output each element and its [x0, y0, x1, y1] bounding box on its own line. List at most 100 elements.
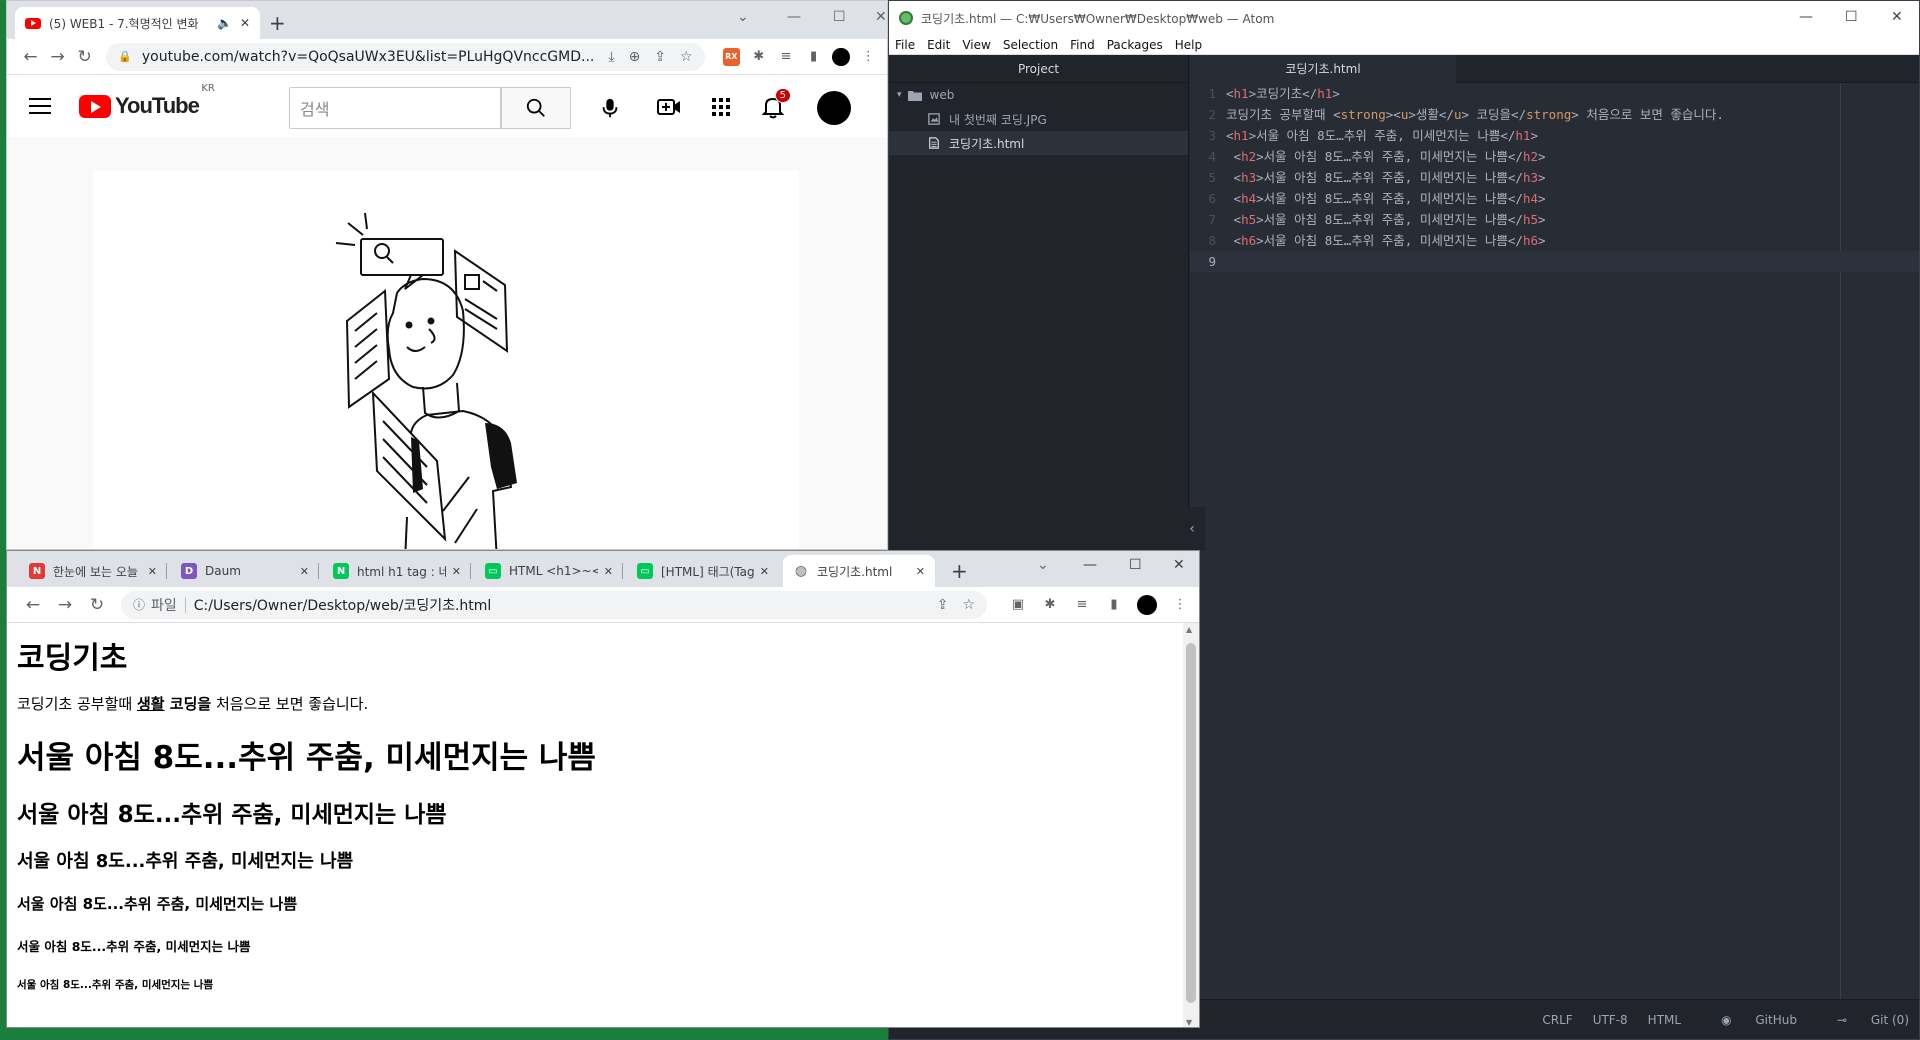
scroll-up-icon[interactable]: ▲ [1186, 625, 1192, 634]
scrollbar-thumb[interactable] [1186, 643, 1196, 1003]
menu-selection[interactable]: Selection [1003, 38, 1058, 52]
rx-extension-icon[interactable]: ▣ [1009, 597, 1027, 612]
tab-coding-basics[interactable]: ◍ 코딩기초.html ✕ [783, 555, 935, 587]
account-avatar[interactable] [817, 91, 851, 125]
reload-icon[interactable]: ↻ [81, 595, 113, 615]
status-line-ending[interactable]: CRLF [1542, 1013, 1572, 1027]
forward-icon[interactable]: → [49, 595, 81, 615]
speaker-icon[interactable]: 🔈 [217, 16, 232, 30]
close-tab-icon[interactable]: ✕ [604, 565, 613, 578]
info-icon[interactable]: ⓘ [133, 596, 145, 613]
menu-kebab-icon[interactable]: ⋮ [860, 48, 877, 66]
share-icon[interactable]: ⇪ [937, 597, 949, 613]
code-line[interactable]: 4 <h2>서울 아침 8도…추위 주춤, 미세먼지는 나쁨</h2> [1190, 146, 1919, 167]
status-github[interactable]: ◉ GitHub [1701, 1013, 1797, 1027]
reading-list-icon[interactable]: ≡ [1073, 597, 1091, 612]
close-tab-icon[interactable]: ✕ [240, 16, 250, 30]
minimize-button[interactable]: — [787, 9, 801, 25]
back-icon[interactable]: ← [17, 47, 44, 67]
address-bar[interactable]: 🔒 youtube.com/watch?v=QoQsaUWx3EU&list=P… [106, 42, 705, 71]
code-line[interactable]: 2 코딩기초 공부할때 <strong><u>생활</u> 코딩을</strong… [1190, 104, 1919, 125]
reload-icon[interactable]: ↻ [71, 47, 98, 67]
zoom-icon[interactable]: ⊕ [629, 49, 641, 65]
tab-daum[interactable]: D Daum ✕ [171, 555, 319, 587]
new-tab-button[interactable]: + [269, 11, 286, 35]
tab-html-h1[interactable]: ▭ HTML <h1>~<h ✕ [475, 555, 623, 587]
close-tab-icon[interactable]: ✕ [148, 565, 157, 578]
minimize-button[interactable]: — [1083, 557, 1097, 573]
vertical-scrollbar[interactable]: ▲ ▼ [1183, 623, 1199, 1027]
forward-icon[interactable]: → [44, 47, 71, 67]
profile-avatar[interactable] [832, 47, 850, 66]
share-icon[interactable]: ⇪ [654, 49, 666, 65]
close-tab-icon[interactable]: ✕ [916, 565, 925, 578]
headline-h3: 서울 아침 8도...추위 주춤, 미세먼지는 나쁨 [17, 851, 354, 872]
menu-kebab-icon[interactable]: ⋮ [1171, 597, 1189, 612]
paragraph: 코딩기초 공부할때 생활 코딩을 처음으로 보면 좋습니다. [17, 695, 369, 713]
maximize-button[interactable]: ☐ [833, 9, 846, 25]
tree-folder-web[interactable]: ▾ web [889, 83, 1188, 107]
code-line[interactable]: 3 <h1>서울 아침 8도…추위 주춤, 미세먼지는 나쁨</h1> [1190, 125, 1919, 146]
close-window-button[interactable]: ✕ [1173, 557, 1185, 573]
tab-youtube[interactable]: (5) WEB1 - 7.혁명적인 변화 🔈 ✕ [15, 7, 260, 39]
profile-avatar[interactable] [1137, 594, 1157, 615]
tab-naver-search[interactable]: N html h1 tag : 네이 ✕ [323, 555, 471, 587]
atom-close-button[interactable]: ✕ [1891, 9, 1903, 25]
code-line-current[interactable]: 9 [1190, 251, 1919, 272]
youtube-logo[interactable]: YouTube KR [79, 83, 215, 119]
menu-file[interactable]: File [895, 38, 915, 52]
apps-button[interactable] [707, 93, 735, 121]
collapse-tree-icon[interactable]: ‹ [1179, 507, 1205, 551]
close-tab-icon[interactable]: ✕ [300, 565, 309, 578]
new-tab-button[interactable]: + [951, 559, 968, 583]
status-encoding[interactable]: UTF-8 [1593, 1013, 1628, 1027]
bookmark-star-icon[interactable]: ☆ [680, 49, 693, 65]
atom-minimize-button[interactable]: — [1799, 9, 1813, 25]
reading-list-icon[interactable]: ≡ [777, 48, 794, 66]
status-grammar[interactable]: HTML [1648, 1013, 1681, 1027]
menu-view[interactable]: View [962, 38, 990, 52]
code-line[interactable]: 6 <h4>서울 아침 8도…추위 주춤, 미세먼지는 나쁨</h4> [1190, 188, 1919, 209]
atom-maximize-button[interactable]: ☐ [1845, 9, 1858, 25]
address-bar[interactable]: ⓘ 파일 C:/Users/Owner/Desktop/web/코딩기초.htm… [121, 590, 987, 619]
maximize-button[interactable]: ☐ [1129, 557, 1142, 573]
menu-help[interactable]: Help [1175, 38, 1202, 52]
code-line[interactable]: 8 <h6>서울 아침 8도…추위 주춤, 미세먼지는 나쁨</h6> [1190, 230, 1919, 251]
code-line[interactable]: 1 <h1>코딩기초</h1> [1190, 83, 1919, 104]
side-panel-icon[interactable]: ▮ [1105, 597, 1123, 612]
close-tab-icon[interactable]: ✕ [760, 565, 769, 578]
menu-packages[interactable]: Packages [1107, 38, 1163, 52]
create-video-button[interactable] [655, 93, 683, 121]
close-window-button[interactable]: ✕ [875, 9, 887, 25]
editor-tab-active[interactable]: 코딩기초.html [1190, 55, 1456, 83]
close-tab-icon[interactable]: ✕ [452, 565, 461, 578]
search-input[interactable]: 검색 [289, 87, 501, 129]
code-editor[interactable]: 1 <h1>코딩기초</h1> 2 코딩기초 공부할때 <strong><u>생활<… [1190, 83, 1919, 1001]
extensions-puzzle-icon[interactable]: ✱ [1041, 597, 1059, 612]
tree-file-html[interactable]: 코딩기초.html [889, 131, 1188, 155]
tree-file-jpg[interactable]: 내 첫번째 코딩.JPG [889, 107, 1188, 131]
rx-extension-icon[interactable]: RX [722, 47, 740, 66]
voice-search-button[interactable] [591, 89, 629, 127]
bookmark-star-icon[interactable]: ☆ [962, 597, 975, 613]
menu-edit[interactable]: Edit [927, 38, 950, 52]
search-button[interactable] [501, 87, 571, 129]
hamburger-menu-icon[interactable] [29, 98, 51, 114]
tab-naver-news[interactable]: N 한눈에 보는 오늘 ✕ [19, 555, 167, 587]
microphone-icon [602, 98, 618, 118]
extensions-puzzle-icon[interactable]: ✱ [750, 48, 767, 66]
download-icon[interactable]: ⤓ [608, 49, 614, 65]
menu-find[interactable]: Find [1070, 38, 1095, 52]
code-line[interactable]: 5 <h3>서울 아침 8도…추위 주춤, 미세먼지는 나쁨</h3> [1190, 167, 1919, 188]
scroll-down-icon[interactable]: ▼ [1186, 1018, 1192, 1027]
side-panel-icon[interactable]: ▮ [805, 48, 822, 66]
back-icon[interactable]: ← [17, 595, 49, 615]
status-git[interactable]: ⊸ Git (0) [1817, 1013, 1909, 1027]
notifications-button[interactable]: 5 [759, 88, 791, 121]
lock-icon[interactable]: 🔒 [118, 50, 132, 63]
video-thumbnail[interactable] [93, 171, 799, 549]
tab-html-tag[interactable]: ▭ [HTML] 태그(Tag ✕ [627, 555, 779, 587]
tab-search-icon[interactable]: ⌄ [1037, 557, 1049, 573]
code-line[interactable]: 7 <h5>서울 아침 8도…추위 주춤, 미세먼지는 나쁨</h5> [1190, 209, 1919, 230]
tab-search-icon[interactable]: ⌄ [737, 9, 749, 25]
